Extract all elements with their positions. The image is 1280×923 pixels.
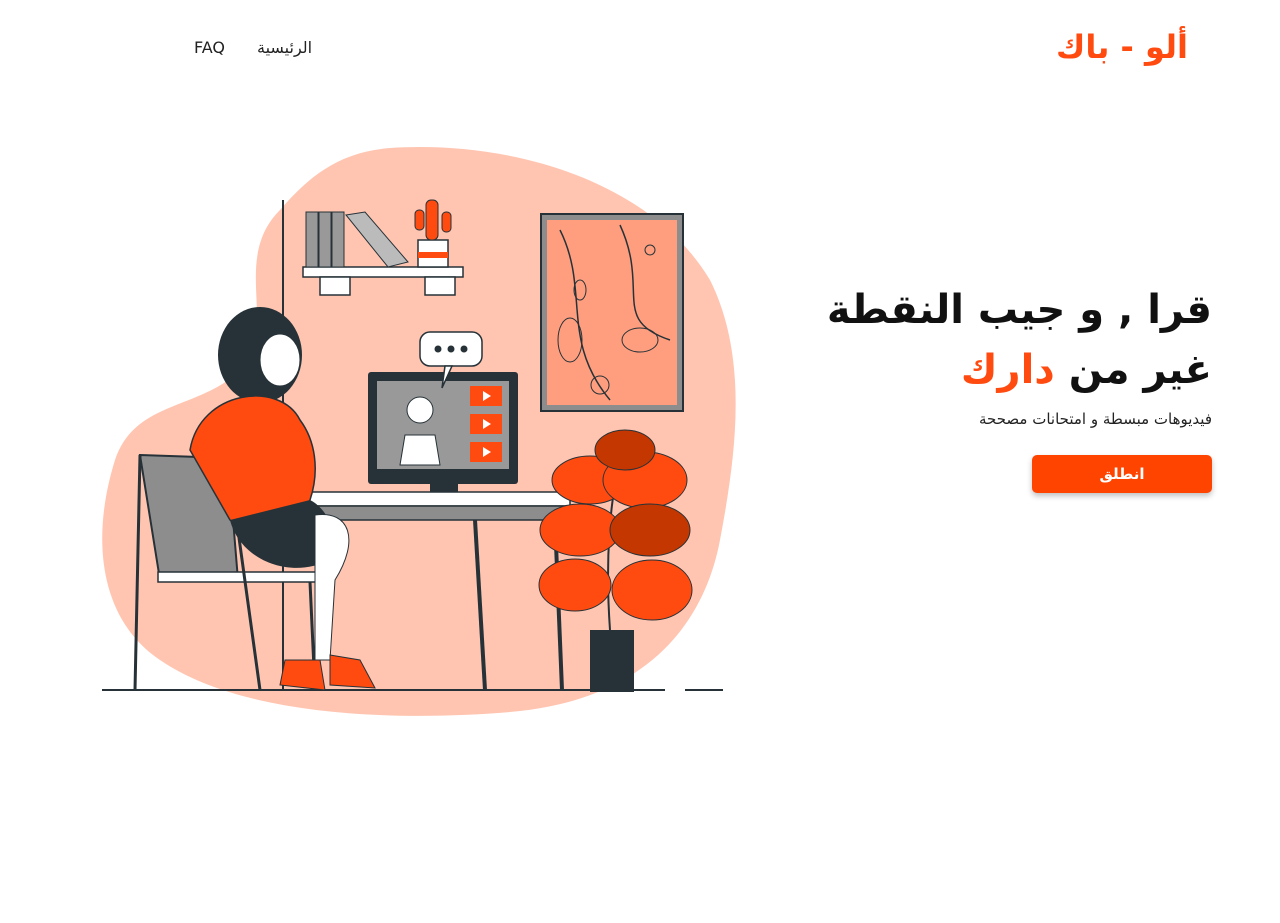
hero-subtitle: فيديوهات مبسطة و امتحانات مصححة bbox=[979, 410, 1212, 428]
student-online-learning-illustration bbox=[90, 140, 740, 720]
hero-headline-line2: غير من دارك bbox=[792, 340, 1212, 400]
hero-headline-plain: غير من bbox=[1068, 347, 1212, 393]
nav-link-faq[interactable]: FAQ bbox=[194, 38, 225, 57]
hero-headline-accent: دارك bbox=[960, 347, 1055, 393]
hero-section: قرا , و جيب النقطة غير من دارك فيديوهات … bbox=[792, 280, 1212, 428]
nav-link-home[interactable]: الرئيسية bbox=[257, 38, 312, 57]
hero-headline-line1: قرا , و جيب النقطة bbox=[826, 287, 1212, 333]
start-button[interactable]: انطلق bbox=[1032, 455, 1212, 493]
top-nav: FAQ الرئيسية bbox=[194, 38, 312, 57]
brand-logo[interactable]: ألو - باك bbox=[1056, 28, 1188, 66]
